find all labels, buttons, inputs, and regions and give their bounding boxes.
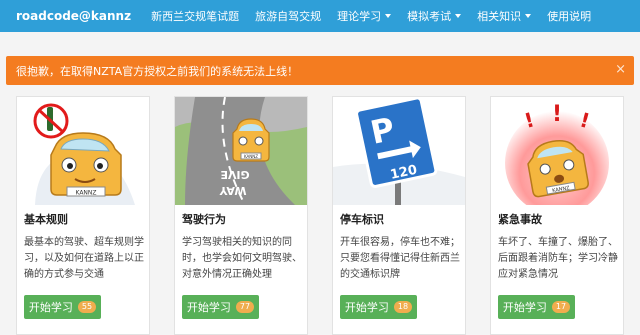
cartoon-car: KANNZ [232,118,270,162]
warning-alert: 很抱歉，在取得NZTA官方授权之前我们的系统无法上线！ × [6,56,634,85]
top-navbar: roadcode@kannz 新西兰交规笔试题 旅游自驾交规 理论学习 模拟考试… [0,0,640,32]
nav-label: 相关知识 [477,10,522,23]
question-count-badge: 77 [235,301,255,313]
button-label: 开始学习 [28,301,73,314]
card-title: 驾驶行为 [182,213,226,226]
start-learning-button[interactable]: 开始学习 55 [24,295,101,319]
nav-label: 新西兰交规笔试题 [151,10,240,23]
nav-item-related-knowledge[interactable]: 相关知识 [469,0,539,32]
nav-label: 旅游自驾交规 [255,10,322,23]
card-description: 最基本的驾驶、超车规则学习，以及如何在道路上以正确的方式参与交通 [24,237,144,280]
close-icon[interactable]: × [615,62,626,77]
nav-item-self-drive-rules[interactable]: 旅游自驾交规 [247,0,329,32]
basic-rules-illustration: KANNZ [17,97,149,205]
caret-down-icon [455,14,462,18]
license-plate: KANNZ [244,154,258,159]
nav-item-usage-guide[interactable]: 使用说明 [539,0,599,32]
card-driving-behavior: GIVE WAY KANNZ 驾驶行为 学习驾驶相关的知识的同时，也学会如何文明… [174,96,308,335]
card-basic-rules: KANNZ 基本规则 最基本的驾驶、超车规则学习，以及如何在道路上以正确的方式参… [16,96,150,335]
question-count-badge: 55 [77,301,97,313]
card-parking-signs: P 120 停车标识 开车很容易，停车也不难；只要您看得懂记得住新西兰的交通标识… [332,96,466,335]
parking-sign: P 120 [355,97,438,188]
question-count-badge: 18 [393,301,413,313]
alert-message: 很抱歉，在取得NZTA官方授权之前我们的系统无法上线！ [16,64,299,78]
card-title: 紧急事故 [498,213,542,226]
emergency-illustration: ! ! ! KANNZ [491,97,623,205]
card-title: 停车标识 [340,213,384,226]
brand-logo[interactable]: roadcode@kannz [0,9,143,23]
nav-label: 理论学习 [337,10,382,23]
button-label: 开始学习 [344,301,389,314]
nav-label: 模拟考试 [407,10,452,23]
no-drinking-sign [33,103,69,139]
start-learning-button[interactable]: 开始学习 17 [498,295,575,319]
card-description: 车坏了、车撞了、爆胎了、后面跟着消防车；学习冷静应对紧急情况 [498,237,618,280]
start-learning-button[interactable]: 开始学习 18 [340,295,417,319]
license-plate: KANNZ [75,190,96,197]
exclamation-icon: ! [552,102,562,127]
card-emergency: ! ! ! KANNZ 紧急事故 车坏了、车撞了、爆胎了、后面跟着消防车；学习冷… [490,96,624,335]
nav-item-mock-exam[interactable]: 模拟考试 [399,0,469,32]
question-count-badge: 17 [551,301,571,313]
caret-down-icon [385,14,392,18]
nav-item-nz-theory-tests[interactable]: 新西兰交规笔试题 [143,0,247,32]
card-description: 学习驾驶相关的知识的同时，也学会如何文明驾驶、对意外情况正确处理 [182,237,302,280]
nav-item-theory-study[interactable]: 理论学习 [329,0,399,32]
caret-down-icon [525,14,532,18]
road-marking-way: WAY [218,184,246,197]
road-marking-give: GIVE [220,168,249,181]
parking-signs-illustration: P 120 [333,97,465,205]
button-label: 开始学习 [186,301,231,314]
card-description: 开车很容易，停车也不难；只要您看得懂记得住新西兰的交通标识牌 [340,237,460,280]
card-title: 基本规则 [24,213,68,226]
button-label: 开始学习 [502,301,547,314]
driving-behavior-illustration: GIVE WAY KANNZ [175,97,307,205]
cartoon-car: KANNZ [50,132,122,197]
start-learning-button[interactable]: 开始学习 77 [182,295,259,319]
nav-label: 使用说明 [547,10,592,23]
